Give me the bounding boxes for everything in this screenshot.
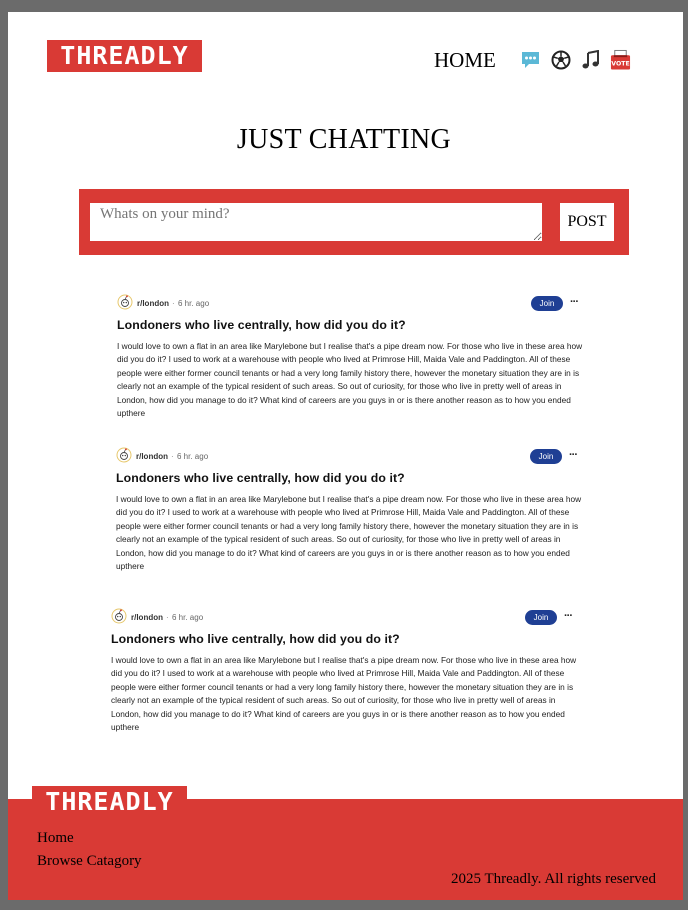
subreddit-avatar-icon[interactable] [111, 608, 127, 624]
post-title[interactable]: Londoners who live centrally, how did yo… [111, 632, 581, 646]
more-options-icon[interactable]: ··· [569, 449, 578, 461]
join-button[interactable]: Join [525, 610, 557, 625]
post-composer: POST [79, 189, 629, 255]
vote-icon[interactable]: VOTE [610, 49, 631, 70]
meta-separator: · [172, 299, 175, 308]
subreddit-name[interactable]: r/london [137, 299, 169, 308]
join-button[interactable]: Join [531, 296, 563, 311]
post-body: I would love to own a flat in an area li… [111, 655, 577, 733]
join-button[interactable]: Join [530, 449, 562, 464]
soccer-ball-icon[interactable] [550, 49, 571, 70]
nav-icon-bar: VOTE [520, 49, 631, 70]
subreddit-name[interactable]: r/london [136, 452, 168, 461]
post-card[interactable]: r/london · 6 hr. ago Join ··· Londoners … [111, 608, 581, 734]
post-button[interactable]: POST [560, 203, 614, 241]
chat-icon[interactable] [520, 49, 541, 70]
post-card[interactable]: r/london · 6 hr. ago Join ··· Londoners … [117, 294, 587, 420]
nav-home-link[interactable]: HOME [434, 48, 496, 73]
post-meta: r/london · 6 hr. ago Join ··· [117, 294, 587, 314]
page-title: JUST CHATTING [236, 124, 452, 155]
music-note-icon[interactable] [580, 49, 601, 70]
post-title[interactable]: Londoners who live centrally, how did yo… [116, 471, 586, 485]
footer-link-home[interactable]: Home [37, 830, 74, 847]
post-time: 6 hr. ago [172, 613, 204, 622]
svg-text:VOTE: VOTE [611, 60, 629, 67]
copyright-text: 2025 Threadly. All rights reserved [451, 871, 656, 887]
post-body: I would love to own a flat in an area li… [116, 494, 582, 572]
post-body: I would love to own a flat in an area li… [117, 341, 583, 419]
post-time: 6 hr. ago [177, 452, 209, 461]
page: THREADLY HOME VOTE JUST CHATTING Whats o… [8, 12, 683, 900]
threadly-logo[interactable]: THREADLY [47, 40, 202, 72]
subreddit-avatar-icon[interactable] [116, 447, 132, 463]
more-options-icon[interactable]: ··· [564, 610, 573, 622]
footer-threadly-logo[interactable]: THREADLY [32, 786, 187, 818]
meta-separator: · [171, 452, 174, 461]
subreddit-name[interactable]: r/london [131, 613, 163, 622]
post-input[interactable] [90, 203, 542, 241]
more-options-icon[interactable]: ··· [570, 296, 579, 308]
subreddit-avatar-icon[interactable] [117, 294, 133, 310]
post-title[interactable]: Londoners who live centrally, how did yo… [117, 318, 587, 332]
post-meta: r/london · 6 hr. ago Join ··· [116, 447, 586, 467]
meta-separator: · [166, 613, 169, 622]
footer-link-browse-category[interactable]: Browse Catagory [37, 853, 142, 870]
post-meta: r/london · 6 hr. ago Join ··· [111, 608, 581, 628]
post-card[interactable]: r/london · 6 hr. ago Join ··· Londoners … [116, 447, 586, 573]
post-time: 6 hr. ago [178, 299, 210, 308]
